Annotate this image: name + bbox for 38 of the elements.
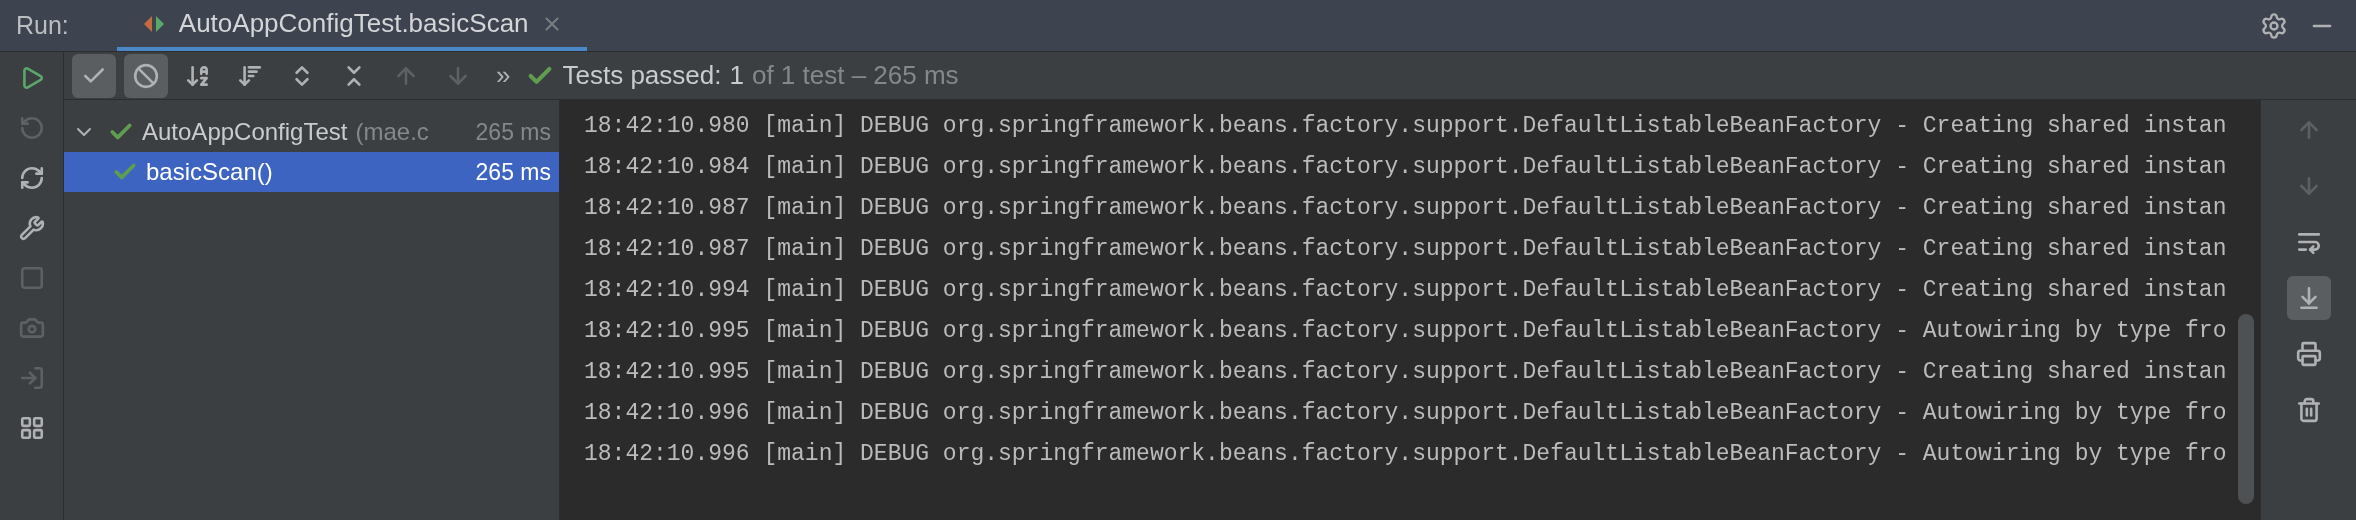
status-detail: of 1 test – 265 ms — [751, 59, 959, 92]
log-line: 18:42:10.995 [main] DEBUG org.springframework.beans.factory.support.DefaultListableBeanFactory - Creating shared instan — [584, 358, 2228, 387]
run-tab[interactable]: AutoAppConfigTest.basicScan — [116, 0, 587, 51]
test-name: AutoAppConfigTest — [142, 117, 348, 147]
test-package: (mae.c — [355, 117, 429, 147]
tree-row[interactable]: basicScan() 265 ms — [64, 152, 559, 192]
tree-row[interactable]: AutoAppConfigTest (mae.c 265 ms — [64, 112, 559, 152]
ban-icon — [133, 62, 159, 89]
test-duration: 265 ms — [475, 157, 551, 187]
log-line: 18:42:10.987 [main] DEBUG org.springframework.beans.factory.support.DefaultListableBeanFactory - Creating shared instan — [584, 235, 2228, 264]
check-button[interactable] — [72, 53, 116, 98]
trash-icon — [2295, 397, 2322, 423]
scrollbar-thumb[interactable] — [2238, 314, 2254, 504]
wrench-icon — [18, 215, 45, 241]
scroll-end-button[interactable] — [2286, 276, 2331, 320]
tab-label: AutoAppConfigTest.basicScan — [178, 7, 529, 40]
stop-icon — [18, 265, 45, 291]
log-line: 18:42:10.996 [main] DEBUG org.springframework.beans.factory.support.DefaultListableBeanFactory - Autowiring by type fro — [584, 399, 2228, 428]
log-line: 18:42:10.994 [main] DEBUG org.springframework.beans.factory.support.DefaultListableBeanFactory - Creating shared instan — [584, 276, 2228, 305]
printer-icon — [2295, 341, 2322, 367]
log-line: 18:42:10.995 [main] DEBUG org.springframework.beans.factory.support.DefaultListableBeanFactory - Autowiring by type fro — [584, 317, 2228, 346]
export-icon — [18, 365, 45, 391]
log-line: 18:42:10.984 [main] DEBUG org.springframework.beans.factory.support.DefaultListableBeanFactory - Creating shared instan — [584, 153, 2228, 182]
refresh-icon — [18, 165, 45, 191]
ban-button[interactable] — [124, 53, 168, 98]
log-line: 18:42:10.980 [main] DEBUG org.springframework.beans.factory.support.DefaultListableBeanFactory - Creating shared instan — [584, 112, 2228, 141]
more-button[interactable]: » — [496, 56, 511, 95]
layout-icon — [18, 415, 45, 441]
run-label: Run: — [16, 9, 69, 41]
log-line: 18:42:10.996 [main] DEBUG org.springframework.beans.factory.support.DefaultListableBeanFactory - Autowiring by type fro — [584, 440, 2228, 469]
status-count: 1 — [729, 59, 744, 92]
rerun-icon — [18, 115, 45, 141]
camera-icon — [18, 315, 45, 341]
test-name: basicScan() — [146, 157, 273, 187]
log-line: 18:42:10.987 [main] DEBUG org.springframework.beans.factory.support.DefaultListableBeanFactory - Creating shared instan — [584, 194, 2228, 223]
status-label: Tests passed: — [562, 59, 722, 92]
test-duration: 265 ms — [475, 117, 551, 147]
settings-icon[interactable] — [2260, 11, 2288, 40]
